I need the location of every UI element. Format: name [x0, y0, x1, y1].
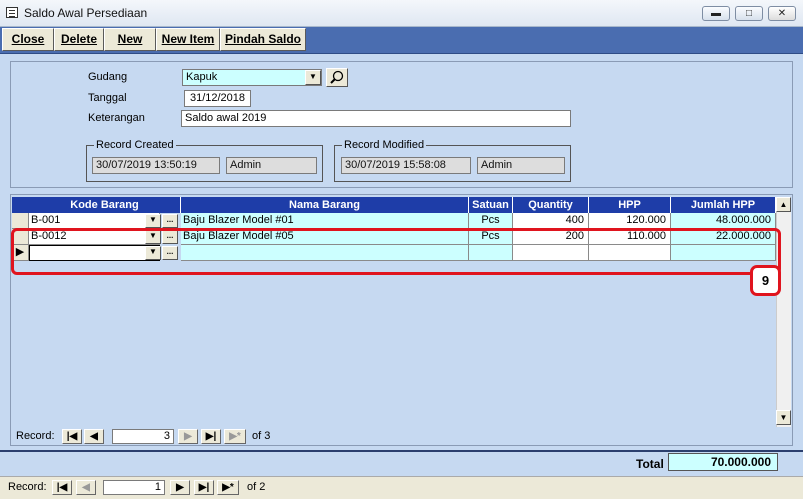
- grid-record-label: Record:: [16, 430, 55, 442]
- last-record-icon[interactable]: ▶|: [201, 429, 221, 444]
- tanggal-field[interactable]: 31/12/2018: [184, 90, 251, 107]
- last-record-icon[interactable]: ▶|: [194, 480, 214, 495]
- search-icon: [330, 70, 344, 84]
- form-record-number[interactable]: 1: [103, 480, 165, 495]
- form-record-navigator: Record: |◀ ◀ 1 ▶ ▶| ▶* of 2: [0, 476, 803, 499]
- chevron-down-icon[interactable]: ▼: [145, 214, 161, 228]
- highlight-box: [11, 228, 781, 275]
- col-satuan[interactable]: Satuan: [469, 197, 513, 213]
- search-button[interactable]: [326, 68, 348, 87]
- scroll-down-arrow-icon[interactable]: ▼: [776, 410, 791, 425]
- total-label: Total: [636, 457, 664, 471]
- col-nama-barang[interactable]: Nama Barang: [181, 197, 469, 213]
- ellipsis-button[interactable]: ...: [162, 214, 178, 228]
- cell-nama[interactable]: Baju Blazer Model #01: [181, 213, 469, 229]
- gudang-label: Gudang: [88, 71, 128, 83]
- new-item-button[interactable]: New Item: [156, 28, 220, 51]
- cell-quantity[interactable]: 400: [513, 213, 589, 229]
- record-created-title: Record Created: [94, 139, 176, 151]
- toolbar: Close Delete New New Item Pindah Saldo: [0, 27, 803, 54]
- gudang-combo[interactable]: Kapuk: [182, 69, 322, 86]
- keterangan-label: Keterangan: [88, 112, 145, 124]
- window-title: Saldo Awal Persediaan: [24, 6, 148, 20]
- footer-separator: [0, 450, 803, 452]
- first-record-icon[interactable]: |◀: [52, 480, 72, 495]
- record-modified-title: Record Modified: [342, 139, 427, 151]
- keterangan-field[interactable]: Saldo awal 2019: [181, 110, 571, 127]
- created-user-field: Admin: [226, 157, 317, 174]
- col-jumlah-hpp[interactable]: Jumlah HPP: [671, 197, 776, 213]
- row-selector[interactable]: [12, 213, 29, 229]
- form-record-total: 2: [259, 481, 266, 493]
- form-record-label: Record:: [8, 481, 47, 493]
- grid-corner: [12, 197, 29, 213]
- new-record-icon[interactable]: ▶*: [224, 429, 246, 444]
- next-record-icon[interactable]: ▶: [178, 429, 198, 444]
- col-quantity[interactable]: Quantity: [513, 197, 589, 213]
- cell-kode[interactable]: B-001: [29, 213, 160, 229]
- next-record-icon[interactable]: ▶: [170, 480, 190, 495]
- grid-record-total: 3: [264, 430, 271, 442]
- cell-satuan[interactable]: Pcs: [469, 213, 513, 229]
- of-label: of: [247, 481, 257, 493]
- title-bar: Saldo Awal Persediaan ▬ □ ✕: [0, 0, 803, 27]
- col-kode-barang[interactable]: Kode Barang: [29, 197, 181, 213]
- prev-record-icon[interactable]: ◀: [76, 480, 96, 495]
- delete-button[interactable]: Delete: [54, 28, 104, 51]
- close-button[interactable]: Close: [2, 28, 54, 51]
- minimize-button[interactable]: ▬: [702, 6, 730, 21]
- form-icon: [6, 7, 18, 18]
- close-window-button[interactable]: ✕: [768, 6, 796, 21]
- new-button[interactable]: New: [104, 28, 156, 51]
- created-date-field: 30/07/2019 13:50:19: [92, 157, 220, 174]
- maximize-button[interactable]: □: [735, 6, 763, 21]
- cell-jumlah-hpp: 48.000.000: [671, 213, 776, 229]
- grid-record-number[interactable]: 3: [112, 429, 174, 444]
- tanggal-label: Tanggal: [88, 92, 127, 104]
- first-record-icon[interactable]: |◀: [62, 429, 82, 444]
- modified-user-field: Admin: [477, 157, 565, 174]
- scroll-up-arrow-icon[interactable]: ▲: [776, 197, 791, 212]
- of-label: of: [252, 430, 262, 442]
- total-value: 70.000.000: [668, 453, 778, 471]
- form-record-of: of 2: [247, 481, 265, 493]
- col-hpp[interactable]: HPP: [589, 197, 671, 213]
- pindah-saldo-button[interactable]: Pindah Saldo: [220, 28, 306, 51]
- grid-record-of: of 3: [252, 430, 270, 442]
- callout-badge: 9: [750, 265, 781, 296]
- modified-date-field: 30/07/2019 15:58:08: [341, 157, 471, 174]
- prev-record-icon[interactable]: ◀: [84, 429, 104, 444]
- new-record-icon[interactable]: ▶*: [217, 480, 239, 495]
- chevron-down-icon[interactable]: ▼: [305, 70, 321, 85]
- cell-hpp[interactable]: 120.000: [589, 213, 671, 229]
